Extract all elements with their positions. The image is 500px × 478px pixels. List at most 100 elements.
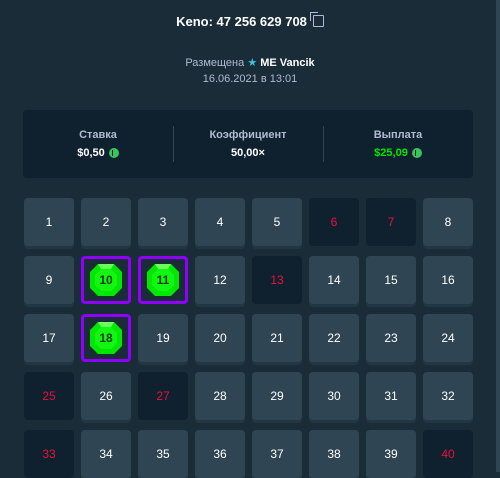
tile-number: 9 — [45, 273, 53, 287]
tile-number: 22 — [327, 331, 341, 345]
keno-tile[interactable]: 4 — [195, 198, 245, 246]
keno-tile[interactable]: 34 — [81, 430, 131, 478]
tile-number: 17 — [42, 331, 56, 345]
keno-tile[interactable]: 5 — [252, 198, 302, 246]
stat-value-text: $0,50 — [77, 147, 105, 159]
keno-tile[interactable]: 14 — [309, 256, 359, 304]
keno-tile[interactable]: 38 — [309, 430, 359, 478]
keno-tile[interactable]: 19 — [138, 314, 188, 362]
bet-title: Keno: 47 256 629 708 — [0, 12, 500, 29]
stat-value-text: 50,00× — [231, 147, 265, 159]
keno-tile[interactable]: 25 — [24, 372, 74, 420]
stat-value: $25,09 — [374, 147, 422, 159]
tile-number: 38 — [327, 447, 341, 461]
tile-number: 31 — [384, 389, 398, 403]
gem-icon: 11 — [145, 262, 181, 298]
username-link[interactable]: ME Vancik — [260, 57, 314, 69]
keno-tile[interactable]: 22 — [309, 314, 359, 362]
tile-number: 34 — [99, 447, 113, 461]
keno-tile[interactable]: 26 — [81, 372, 131, 420]
bet-date: 16.06.2021 в 13:01 — [202, 73, 298, 85]
keno-tile[interactable]: 35 — [138, 430, 188, 478]
keno-tile[interactable]: 13 — [252, 256, 302, 304]
tile-number: 36 — [213, 447, 227, 461]
tile-number: 37 — [270, 447, 284, 461]
coin-icon — [411, 148, 422, 158]
stat-label: Коэффициент — [209, 129, 287, 141]
stat-item: Коэффициент 50,00× — [173, 110, 323, 178]
tile-number: 1 — [45, 215, 53, 229]
keno-tile[interactable]: 1 — [24, 198, 74, 246]
star-icon: ★ — [247, 57, 258, 69]
keno-tile[interactable]: 16 — [423, 256, 473, 304]
bet-stats-panel: Ставка $0,50 Коэффициент 50,00× Выплата $25,0… — [23, 110, 473, 178]
coin-icon — [108, 148, 119, 158]
keno-tile[interactable]: 6 — [309, 198, 359, 246]
tile-number: 12 — [213, 273, 227, 287]
stat-value-text: $25,09 — [374, 147, 408, 159]
tile-number: 30 — [327, 389, 341, 403]
tile-number: 13 — [270, 273, 284, 287]
keno-tile[interactable]: 15 — [366, 256, 416, 304]
tile-number: 28 — [213, 389, 227, 403]
tile-number: 21 — [270, 331, 284, 345]
keno-tile[interactable]: 40 — [423, 430, 473, 478]
keno-tile[interactable]: 21 — [252, 314, 302, 362]
keno-tile[interactable]: 9 — [24, 256, 74, 304]
tile-number: 39 — [384, 447, 398, 461]
placed-label: Размещена — [185, 57, 245, 69]
keno-tile[interactable]: 8 — [423, 198, 473, 246]
keno-tile[interactable]: 29 — [252, 372, 302, 420]
bet-id-text: Keno: 47 256 629 708 — [176, 14, 307, 29]
scrollbar[interactable] — [496, 0, 500, 472]
keno-tile[interactable]: 27 — [138, 372, 188, 420]
tile-number: 40 — [441, 447, 455, 461]
keno-tile[interactable]: 37 — [252, 430, 302, 478]
tile-number: 2 — [102, 215, 110, 229]
keno-tile[interactable]: 18 — [81, 314, 131, 362]
tile-number: 32 — [441, 389, 455, 403]
tile-number: 10 — [99, 273, 113, 287]
keno-grid: 1 2 3 4 5 6 7 8 9 10 11 12 13 14 15 16 17 18 19 20 21 22 23 24 2… — [24, 198, 476, 478]
keno-tile[interactable]: 30 — [309, 372, 359, 420]
tile-number: 3 — [159, 215, 167, 229]
keno-tile[interactable]: 28 — [195, 372, 245, 420]
tile-number: 24 — [441, 331, 455, 345]
stat-item: Ставка $0,50 — [23, 110, 173, 178]
keno-tile[interactable]: 12 — [195, 256, 245, 304]
keno-tile[interactable]: 11 — [138, 256, 188, 304]
tile-number: 18 — [99, 331, 113, 345]
tile-number: 4 — [216, 215, 224, 229]
tile-number: 7 — [387, 215, 395, 229]
keno-tile[interactable]: 2 — [81, 198, 131, 246]
copy-icon[interactable] — [309, 12, 324, 27]
tile-number: 14 — [327, 273, 341, 287]
keno-tile[interactable]: 39 — [366, 430, 416, 478]
keno-tile[interactable]: 23 — [366, 314, 416, 362]
tile-number: 35 — [156, 447, 170, 461]
keno-tile[interactable]: 36 — [195, 430, 245, 478]
tile-number: 6 — [330, 215, 338, 229]
tile-number: 11 — [156, 273, 170, 287]
stat-label: Выплата — [373, 129, 423, 141]
keno-tile[interactable]: 24 — [423, 314, 473, 362]
tile-number: 15 — [384, 273, 398, 287]
gem-icon: 18 — [88, 320, 124, 356]
stat-item: Выплата $25,09 — [323, 110, 473, 178]
keno-tile[interactable]: 33 — [24, 430, 74, 478]
keno-tile[interactable]: 3 — [138, 198, 188, 246]
gem-icon: 10 — [88, 262, 124, 298]
tile-number: 27 — [156, 389, 170, 403]
tile-number: 5 — [273, 215, 281, 229]
keno-tile[interactable]: 7 — [366, 198, 416, 246]
tile-number: 20 — [213, 331, 227, 345]
keno-tile[interactable]: 20 — [195, 314, 245, 362]
keno-tile[interactable]: 32 — [423, 372, 473, 420]
tile-number: 25 — [42, 389, 56, 403]
stat-value: $0,50 — [77, 147, 119, 159]
stat-value: 50,00× — [231, 147, 265, 159]
keno-tile[interactable]: 10 — [81, 256, 131, 304]
keno-tile[interactable]: 31 — [366, 372, 416, 420]
keno-tile[interactable]: 17 — [24, 314, 74, 362]
tile-number: 19 — [156, 331, 170, 345]
